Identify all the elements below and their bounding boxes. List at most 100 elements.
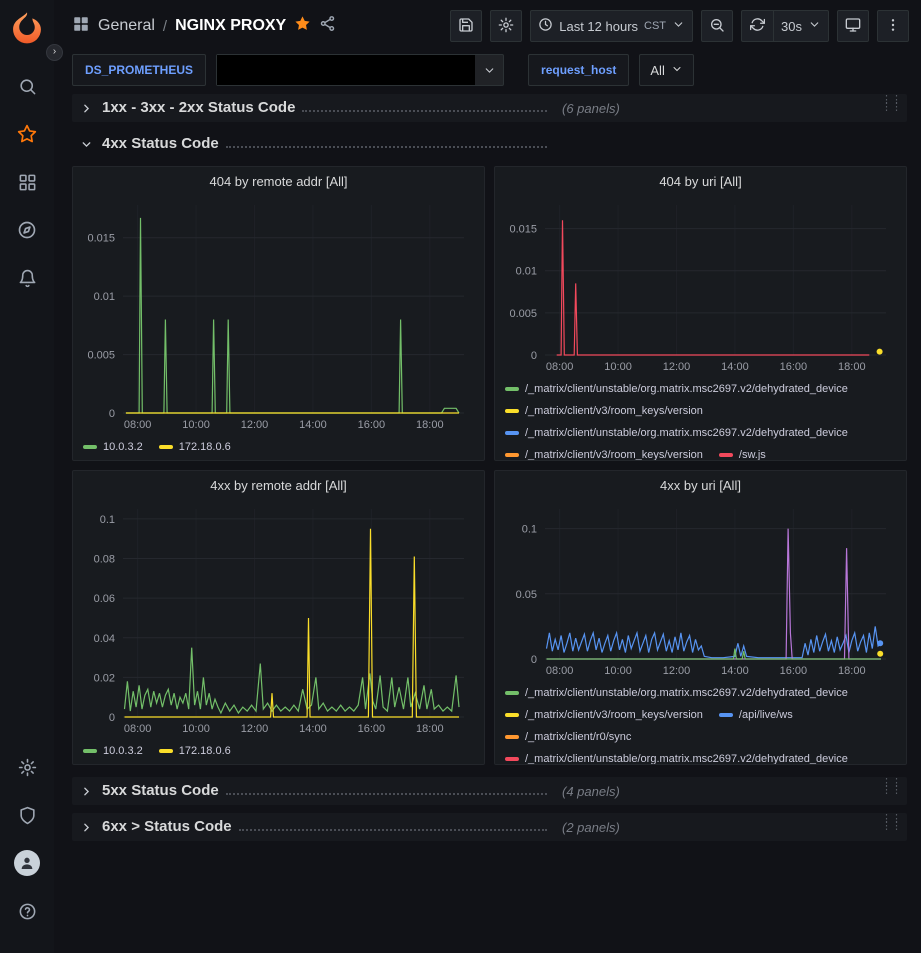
variables-toolbar: DS_PROMETHEUS request_host All bbox=[54, 52, 921, 88]
legend-item[interactable]: /_matrix/client/r0/sync bbox=[505, 726, 631, 747]
row-1xx-3xx-2xx-status-code[interactable]: 1xx - 3xx - 2xx Status Code (6 panels) ⋮… bbox=[72, 94, 907, 122]
series-label: 10.0.3.2 bbox=[103, 745, 143, 757]
datasource-variable-label[interactable]: DS_PROMETHEUS bbox=[72, 54, 206, 86]
explore-icon[interactable] bbox=[7, 210, 47, 250]
series-color-marker bbox=[505, 735, 519, 739]
legend-item[interactable]: 10.0.3.2 bbox=[83, 436, 143, 457]
sidebar-expand-button[interactable]: › bbox=[46, 44, 63, 61]
panel-legend: /_matrix/client/unstable/org.matrix.msc2… bbox=[495, 679, 906, 765]
datasource-variable-dropdown[interactable] bbox=[216, 54, 504, 86]
more-options-button[interactable] bbox=[877, 10, 909, 42]
legend-item[interactable]: /_matrix/client/unstable/org.matrix.msc2… bbox=[505, 682, 848, 703]
svg-text:10:00: 10:00 bbox=[182, 723, 210, 735]
series-label: /_matrix/client/v3/room_keys/version bbox=[525, 449, 703, 461]
tv-mode-button[interactable] bbox=[837, 10, 869, 42]
panel-legend: /_matrix/client/unstable/org.matrix.msc2… bbox=[495, 375, 906, 461]
svg-text:16:00: 16:00 bbox=[358, 723, 386, 735]
refresh-icon bbox=[750, 17, 765, 35]
starred-dashboards-icon[interactable] bbox=[7, 114, 47, 154]
panel-title[interactable]: 4xx by uri [All] bbox=[495, 471, 906, 499]
panel-title[interactable]: 404 by remote addr [All] bbox=[73, 167, 484, 195]
row-dotted-leader bbox=[239, 829, 547, 831]
grafana-logo[interactable] bbox=[8, 10, 46, 48]
series-color-marker bbox=[83, 749, 97, 753]
dashboard-settings-button[interactable] bbox=[490, 10, 522, 42]
clock-icon bbox=[538, 17, 553, 35]
panel-title[interactable]: 4xx by remote addr [All] bbox=[73, 471, 484, 499]
configuration-gear-icon[interactable] bbox=[7, 747, 47, 787]
series-color-marker bbox=[505, 431, 519, 435]
series-color-marker bbox=[505, 757, 519, 761]
svg-text:12:00: 12:00 bbox=[663, 361, 691, 373]
row-6xx-status-code[interactable]: 6xx > Status Code (2 panels) ⋮⋮⋮⋮ bbox=[72, 813, 907, 841]
legend-item[interactable]: 172.18.0.6 bbox=[159, 436, 231, 457]
svg-text:08:00: 08:00 bbox=[124, 723, 152, 735]
legend-item[interactable]: /_matrix/client/v3/room_keys/version bbox=[505, 444, 703, 461]
chevron-right-icon bbox=[80, 102, 93, 115]
series-label: /sw.js bbox=[739, 449, 766, 461]
breadcrumb: General / NGINX PROXY bbox=[72, 15, 336, 38]
dashboard-title[interactable]: NGINX PROXY bbox=[175, 17, 286, 35]
row-title: 6xx > Status Code bbox=[102, 818, 232, 835]
request-host-variable-label[interactable]: request_host bbox=[528, 54, 629, 86]
svg-text:0: 0 bbox=[531, 350, 537, 362]
alerting-icon[interactable] bbox=[7, 258, 47, 298]
breadcrumb-section[interactable]: General bbox=[98, 17, 155, 35]
time-series-chart[interactable]: 08:0010:0012:0014:0016:0018:0000.0050.01… bbox=[499, 195, 902, 375]
time-series-chart[interactable]: 08:0010:0012:0014:0016:0018:0000.020.040… bbox=[77, 499, 480, 737]
time-range-picker[interactable]: Last 12 hours CST bbox=[530, 10, 693, 42]
svg-text:0.01: 0.01 bbox=[94, 291, 115, 303]
server-admin-shield-icon[interactable] bbox=[7, 795, 47, 835]
gear-icon bbox=[498, 17, 514, 36]
panel-title[interactable]: 404 by uri [All] bbox=[495, 167, 906, 195]
series-color-marker bbox=[719, 713, 733, 717]
legend-item[interactable]: /sw.js bbox=[719, 444, 766, 461]
svg-text:0.08: 0.08 bbox=[94, 554, 115, 566]
row-drag-handle-icon[interactable]: ⋮⋮⋮⋮ bbox=[881, 97, 901, 111]
user-avatar[interactable] bbox=[7, 843, 47, 883]
row-5xx-status-code[interactable]: 5xx Status Code (4 panels) ⋮⋮⋮⋮ bbox=[72, 777, 907, 805]
svg-text:12:00: 12:00 bbox=[241, 419, 269, 431]
svg-text:12:00: 12:00 bbox=[663, 665, 691, 677]
search-icon[interactable] bbox=[7, 66, 47, 106]
refresh-interval-dropdown[interactable]: 30s bbox=[773, 10, 829, 42]
refresh-interval-value: 30s bbox=[781, 19, 802, 34]
series-label: /_matrix/client/r0/sync bbox=[525, 731, 631, 743]
row-title: 4xx Status Code bbox=[102, 135, 219, 152]
legend-item[interactable]: /_matrix/client/v3/room_keys/version bbox=[505, 400, 703, 421]
legend-item[interactable]: /_matrix/client/unstable/org.matrix.msc2… bbox=[505, 378, 848, 399]
time-series-chart[interactable]: 08:0010:0012:0014:0016:0018:0000.0050.01… bbox=[77, 195, 480, 433]
dashboards-icon[interactable] bbox=[7, 162, 47, 202]
row-dotted-leader bbox=[226, 146, 547, 148]
chevron-down-icon bbox=[671, 63, 683, 78]
favorite-star-icon[interactable] bbox=[294, 15, 311, 37]
row-panel-count: (4 panels) bbox=[562, 784, 620, 799]
legend-item[interactable]: 172.18.0.6 bbox=[159, 740, 231, 761]
svg-text:08:00: 08:00 bbox=[546, 665, 574, 677]
time-series-chart[interactable]: 08:0010:0012:0014:0016:0018:0000.050.1 bbox=[499, 499, 902, 679]
legend-item[interactable]: /_matrix/client/unstable/org.matrix.msc2… bbox=[505, 748, 848, 765]
monitor-icon bbox=[845, 17, 861, 36]
row-drag-handle-icon[interactable]: ⋮⋮⋮⋮ bbox=[881, 780, 901, 794]
series-label: /_matrix/client/unstable/org.matrix.msc2… bbox=[525, 753, 848, 765]
legend-item[interactable]: /api/live/ws bbox=[719, 704, 793, 725]
legend-item[interactable]: 10.0.3.2 bbox=[83, 740, 143, 761]
request-host-variable-dropdown[interactable]: All bbox=[639, 54, 693, 86]
save-dashboard-button[interactable] bbox=[450, 10, 482, 42]
dashboard-header: General / NGINX PROXY Last 12 hours CST bbox=[54, 0, 921, 52]
series-color-marker bbox=[505, 453, 519, 457]
save-icon bbox=[458, 17, 474, 36]
chevron-down-icon bbox=[80, 138, 93, 151]
panel-legend: 10.0.3.2 172.18.0.6 bbox=[73, 433, 484, 460]
legend-item[interactable]: /_matrix/client/unstable/org.matrix.msc2… bbox=[505, 422, 848, 443]
series-label: 172.18.0.6 bbox=[179, 745, 231, 757]
row-drag-handle-icon[interactable]: ⋮⋮⋮⋮ bbox=[881, 816, 901, 830]
chevron-right-icon bbox=[80, 821, 93, 834]
zoom-out-button[interactable] bbox=[701, 10, 733, 42]
refresh-button[interactable] bbox=[741, 10, 773, 42]
share-icon[interactable] bbox=[319, 15, 336, 37]
row-4xx-status-code[interactable]: 4xx Status Code bbox=[72, 130, 907, 158]
help-icon[interactable] bbox=[7, 891, 47, 931]
series-color-marker bbox=[505, 691, 519, 695]
legend-item[interactable]: /_matrix/client/v3/room_keys/version bbox=[505, 704, 703, 725]
